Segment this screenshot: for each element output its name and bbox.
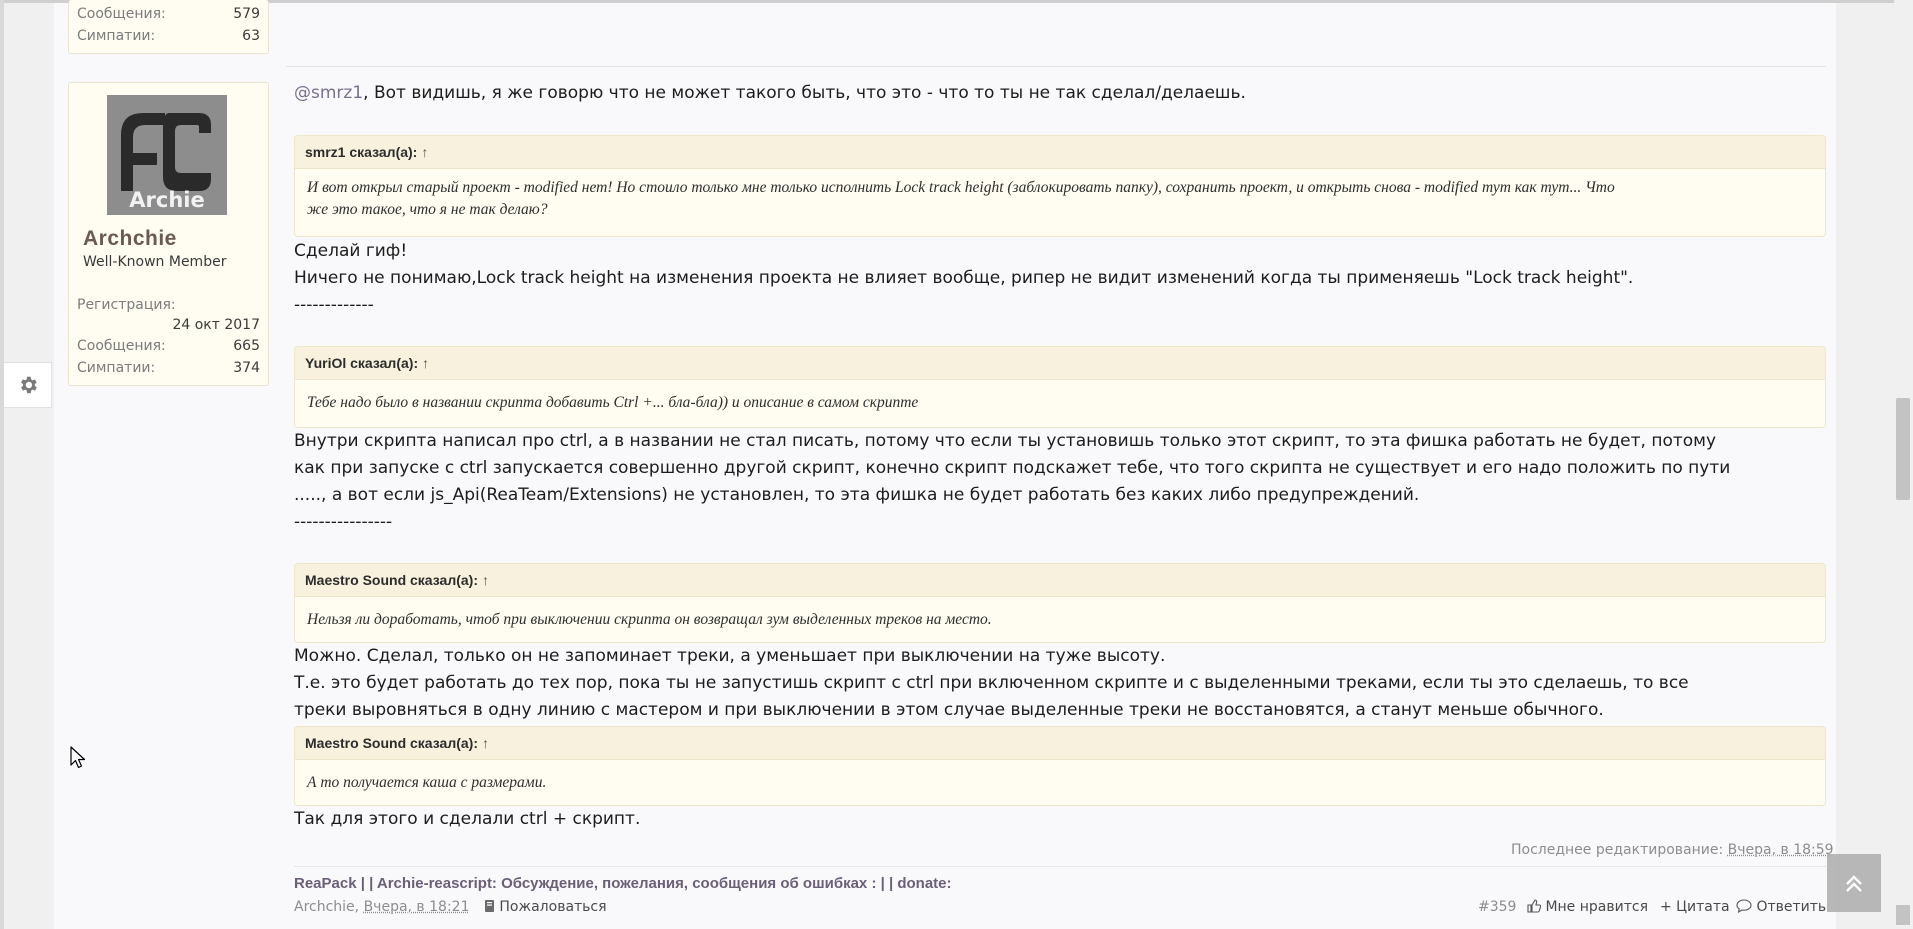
author-rank: Well-Known Member — [83, 254, 227, 270]
messages-value[interactable]: 665 — [233, 338, 260, 354]
quote-author[interactable]: smrz1 сказал(а): — [305, 144, 417, 160]
quote-header: Maestro Sound сказал(а): ↑ — [295, 727, 1825, 760]
messages-label: Сообщения: — [77, 338, 166, 354]
quote-label: + Цитата — [1660, 899, 1730, 915]
prev-author-stats: Сообщения: 579 Симпатии: 63 — [68, 0, 269, 54]
comment-icon — [1736, 899, 1752, 914]
quote-text-line: И вот открыл старый проект - modified не… — [307, 179, 1615, 196]
quote-button[interactable]: + Цитата — [1660, 899, 1730, 915]
quote-author[interactable]: YuriOl сказал(а): — [305, 355, 418, 371]
registered-value: 24 окт 2017 — [172, 317, 260, 333]
prev-likes-value: 63 — [242, 28, 260, 44]
scroll-to-top-button[interactable] — [1827, 854, 1881, 912]
avatar-text: Archie — [129, 188, 204, 212]
quote-block-2: YuriOl сказал(а): ↑ Тебе надо было в назв… — [294, 346, 1826, 428]
text-line: Сделай гиф! — [294, 241, 408, 261]
last-edit-label: Последнее редактирование: — [1511, 842, 1728, 858]
quote-text-line: Нельзя ли доработать, чтоб при выключени… — [307, 611, 992, 628]
author-name[interactable]: Archchie — [83, 227, 177, 251]
report-link[interactable]: Пожаловаться — [484, 899, 607, 915]
registered-label: Регистрация: — [77, 297, 176, 313]
meta-sep: , — [354, 899, 364, 915]
registered-row: Регистрация: — [77, 297, 260, 317]
quote-author[interactable]: Maestro Sound сказал(а): — [305, 572, 478, 588]
signature[interactable]: ReaPack | | Archie-reascript: Обсуждение… — [294, 875, 952, 892]
post-number-text: #359 — [1478, 899, 1517, 915]
text-line: Ничего не понимаю,Lock track height на и… — [294, 268, 1634, 288]
quote-jump-arrow[interactable]: ↑ — [422, 355, 429, 371]
prev-messages-row: Сообщения: 579 — [77, 6, 260, 26]
text-line: ....., а вот если js_Api(ReaTeam/Extensi… — [294, 485, 1420, 505]
meta-author[interactable]: Archchie — [294, 899, 355, 915]
gear-icon — [20, 376, 37, 394]
quote-author[interactable]: Maestro Sound сказал(а): — [305, 735, 478, 751]
post-separator — [286, 66, 1826, 67]
signature-divider — [294, 866, 1826, 867]
intro-text: , Вот видишь, я же говорю что не может т… — [363, 83, 1246, 103]
forum-page: Сообщения: 579 Симпатии: 63 Archie Archc… — [0, 0, 1913, 929]
prev-likes-row: Симпатии: 63 — [77, 28, 260, 48]
like-button[interactable]: Мне нравится — [1527, 899, 1648, 915]
thumbs-up-icon — [1527, 899, 1542, 913]
quote-block-3: Maestro Sound сказал(а): ↑ Нельзя ли дора… — [294, 563, 1826, 643]
quote-header: YuriOl сказал(а): ↑ — [295, 347, 1825, 380]
reply-button[interactable]: Ответить — [1736, 899, 1826, 915]
user-mention[interactable]: @smrz1 — [294, 83, 363, 103]
mouse-cursor-icon — [70, 746, 88, 774]
avatar[interactable]: Archie — [107, 95, 227, 215]
author-card: Archie Archchie Well-Known Member Регист… — [68, 82, 269, 386]
text-line: Можно. Сделал, только он не запоминает т… — [294, 646, 1166, 666]
text-line: как при запуске с ctrl запускается совер… — [294, 458, 1731, 478]
quote-text-line: же это такое, что я не так делаю? — [307, 201, 548, 218]
report-label: Пожаловаться — [499, 899, 607, 915]
quote-header: smrz1 сказал(а): ↑ — [295, 136, 1825, 169]
text-line: Т.е. это будет работать до тех пор, пока… — [294, 673, 1689, 693]
post-meta: Archchie, Вчера, в 18:21 Пожаловаться — [294, 899, 607, 915]
scrollbar-thumb[interactable] — [1896, 398, 1910, 500]
scroll-top-icon — [1846, 875, 1862, 892]
quote-text-line: Тебе надо было в названии скрипта добави… — [307, 394, 919, 411]
quote-header: Maestro Sound сказал(а): ↑ — [295, 564, 1825, 597]
text-line: Внутри скрипта написал про ctrl, а в наз… — [294, 431, 1717, 451]
last-edit-info: Последнее редактирование: Вчера, в 18:59 — [1511, 842, 1834, 858]
report-icon — [484, 900, 494, 912]
prev-likes-label: Симпатии: — [77, 28, 156, 44]
scrollbar-down-button[interactable] — [1896, 905, 1910, 925]
quote-jump-arrow[interactable]: ↑ — [482, 735, 489, 751]
text-line: треки выровняться в одну линию с мастеро… — [294, 700, 1604, 720]
post-paragraph: Сделай гиф! Ничего не понимаю,Lock track… — [294, 238, 1633, 319]
messages-row: Сообщения: 665 — [77, 338, 260, 358]
last-edit-date[interactable]: Вчера, в 18:59 — [1728, 842, 1834, 858]
text-line: ---------------- — [294, 512, 393, 532]
post-paragraph: Так для этого и сделали ctrl + скрипт. — [294, 806, 640, 833]
style-chooser-button[interactable] — [4, 362, 52, 408]
likes-row: Симпатии: 374 — [77, 360, 260, 380]
quote-block-1: smrz1 сказал(а): ↑ И вот открыл старый пр… — [294, 135, 1826, 237]
post-paragraph: Внутри скрипта написал про ctrl, а в наз… — [294, 428, 1730, 536]
quote-block-4: Maestro Sound сказал(а): ↑ А то получаетс… — [294, 726, 1826, 806]
likes-value: 374 — [233, 360, 260, 376]
quote-jump-arrow[interactable]: ↑ — [482, 572, 489, 588]
post-intro: @smrz1, Вот видишь, я же говорю что не м… — [294, 80, 1246, 107]
text-line: ------------- — [294, 295, 374, 315]
prev-messages-value: 579 — [233, 6, 260, 22]
likes-label: Симпатии: — [77, 360, 156, 376]
quote-text-line: А то получается каша с размерами. — [307, 774, 547, 791]
meta-date[interactable]: Вчера, в 18:21 — [364, 899, 470, 915]
left-border — [0, 0, 4, 929]
quote-jump-arrow[interactable]: ↑ — [421, 144, 428, 160]
text-line: Так для этого и сделали ctrl + скрипт. — [294, 809, 641, 829]
like-label: Мне нравится — [1545, 899, 1648, 915]
reply-label: Ответить — [1756, 899, 1827, 915]
post-paragraph: Можно. Сделал, только он не запоминает т… — [294, 643, 1689, 724]
registered-value-row: 24 окт 2017 — [77, 317, 260, 337]
prev-messages-label: Сообщения: — [77, 6, 166, 22]
post-number[interactable]: #359 — [1478, 899, 1516, 915]
